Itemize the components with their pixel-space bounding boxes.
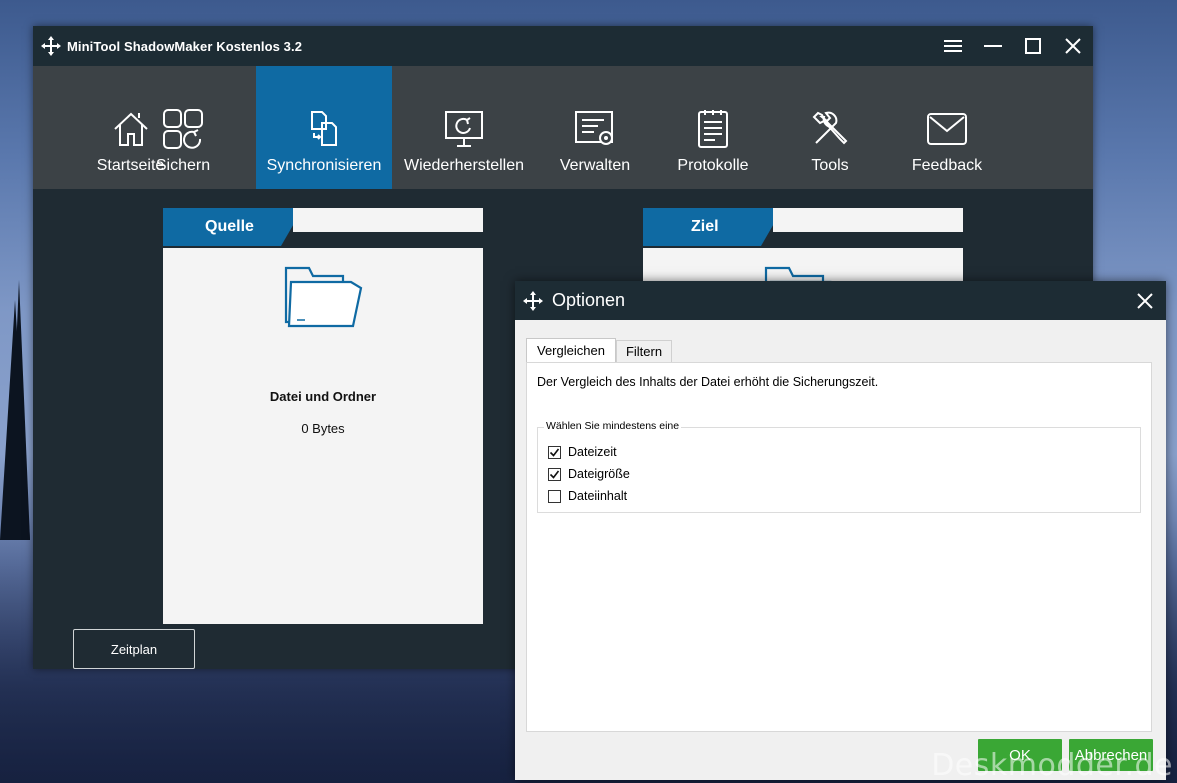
dialog-title: Optionen xyxy=(552,290,626,310)
log-icon xyxy=(698,110,728,148)
app-logo-icon xyxy=(41,36,61,56)
compare-tab-pane: Der Vergleich des Inhalts der Datei erhö… xyxy=(526,362,1152,732)
nav-protokolle[interactable]: Protokolle xyxy=(654,66,772,189)
checkbox[interactable] xyxy=(548,467,561,481)
dialog-title-bar: Optionen xyxy=(515,281,1166,320)
option-dateizeit[interactable]: Dateizeit xyxy=(548,445,617,459)
nav-tools[interactable]: Tools xyxy=(772,66,888,189)
source-tab-label: Quelle xyxy=(163,208,293,246)
target-tab-label: Ziel xyxy=(643,208,773,246)
option-label: Dateiinhalt xyxy=(568,489,628,503)
nav-wiederherstellen[interactable]: Wiederherstellen xyxy=(392,66,536,189)
nav-label: Feedback xyxy=(911,157,983,174)
option-dateigroesse[interactable]: Dateigröße xyxy=(548,467,630,481)
nav-synchronisieren[interactable]: Synchronisieren xyxy=(256,66,392,189)
maximize-button[interactable] xyxy=(1013,26,1053,66)
restore-icon xyxy=(445,111,483,147)
tab-filtern[interactable]: Filtern xyxy=(615,340,673,362)
option-label: Dateigröße xyxy=(568,467,630,481)
schedule-button[interactable]: Zeitplan xyxy=(73,629,195,669)
checkmark-icon xyxy=(549,448,560,457)
backup-icon xyxy=(163,109,203,149)
option-label: Dateizeit xyxy=(568,445,617,459)
hamburger-icon xyxy=(944,40,962,52)
nav-label: Tools xyxy=(811,157,849,174)
nav-label: Protokolle xyxy=(677,157,749,174)
target-tab-line xyxy=(773,208,963,232)
options-dialog: Optionen Vergleichen Filtern Der Verglei… xyxy=(515,281,1166,780)
tools-icon xyxy=(812,111,848,145)
nav-label: Wiederherstellen xyxy=(403,157,525,174)
nav-label: Verwalten xyxy=(559,157,631,174)
source-item-title: Datei und Ordner xyxy=(269,389,377,404)
dialog-close-button[interactable] xyxy=(1132,288,1158,314)
maximize-icon xyxy=(1025,38,1041,54)
close-button[interactable] xyxy=(1053,26,1093,66)
main-toolbar: Startseite Sichern Synchronisieren Wiede… xyxy=(33,66,1093,189)
nav-sichern[interactable]: Sichern xyxy=(143,66,223,189)
app-title: MiniTool ShadowMaker Kostenlos 3.2 xyxy=(67,38,303,54)
close-icon xyxy=(1065,38,1081,54)
option-dateiinhalt[interactable]: Dateiinhalt xyxy=(548,489,627,503)
dialog-tabs: Vergleichen Filtern xyxy=(526,338,673,362)
source-tab-line xyxy=(293,208,483,232)
manage-icon xyxy=(575,111,613,145)
close-icon xyxy=(1137,293,1153,309)
menu-button[interactable] xyxy=(933,26,973,66)
checkbox[interactable] xyxy=(548,445,561,459)
minimize-button[interactable] xyxy=(973,26,1013,66)
nav-label: Sichern xyxy=(155,157,211,174)
source-body[interactable]: Datei und Ordner 0 Bytes xyxy=(163,248,483,624)
nav-verwalten[interactable]: Verwalten xyxy=(536,66,654,189)
folder-icon xyxy=(284,266,363,328)
nav-label: Synchronisieren xyxy=(266,157,382,174)
title-bar: MiniTool ShadowMaker Kostenlos 3.2 xyxy=(33,26,1093,66)
source-item-size: 0 Bytes xyxy=(301,421,345,436)
nav-feedback[interactable]: Feedback xyxy=(888,66,1006,189)
checkmark-icon xyxy=(549,470,560,479)
minimize-icon xyxy=(984,45,1002,47)
checkbox[interactable] xyxy=(548,489,561,503)
compare-info-text: Der Vergleich des Inhalts der Datei erhö… xyxy=(537,375,879,389)
watermark-text: Deskmodder.de xyxy=(931,748,1173,783)
tab-vergleichen[interactable]: Vergleichen xyxy=(526,338,616,362)
compare-options-group: Wählen Sie mindestens eine Dateizeit Dat… xyxy=(537,420,1141,513)
mail-icon xyxy=(927,113,967,145)
sync-icon xyxy=(311,111,337,146)
group-legend: Wählen Sie mindestens eine xyxy=(544,420,682,432)
app-logo-icon xyxy=(523,290,543,311)
source-panel[interactable]: Quelle Datei und Ordner 0 Bytes xyxy=(163,208,483,624)
